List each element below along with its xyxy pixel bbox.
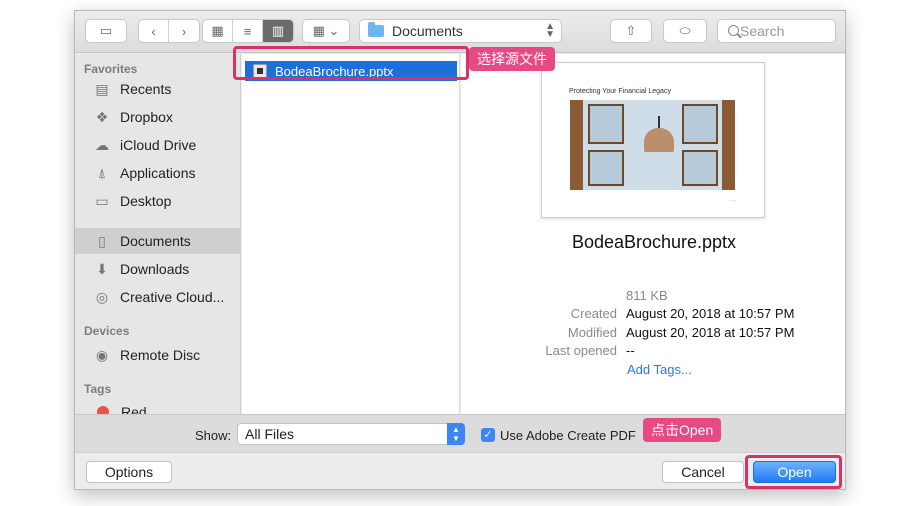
- sidebar-item-label: Recents: [120, 81, 172, 97]
- list-view-icon[interactable]: ≡: [233, 20, 263, 42]
- sidebar-item-remote-disc[interactable]: ◉ Remote Disc: [75, 342, 241, 368]
- folder-icon: [368, 22, 384, 37]
- column-view-icon[interactable]: ▥: [263, 20, 293, 42]
- sidebar: Favorites ▤ Recents ❖ Dropbox ☁ iCloud D…: [75, 54, 241, 420]
- created-label: Created: [570, 306, 617, 321]
- forward-icon[interactable]: ›: [169, 20, 199, 42]
- select-file-highlight: [233, 46, 469, 80]
- group-by-icon[interactable]: ▦ ⌄: [302, 19, 350, 43]
- sidebar-item-label: iCloud Drive: [120, 137, 197, 153]
- last-opened-value: --: [626, 343, 635, 358]
- button-bar: Options Cancel Open: [75, 452, 845, 489]
- search-field[interactable]: Search: [717, 19, 836, 43]
- open-file-dialog: ▭ ‹ › ▦ ≡ ▥ ▦ ⌄ Documents ▲ ▼ ⇧ ⬭ Search …: [74, 10, 846, 490]
- add-tags-link[interactable]: Add Tags...: [627, 362, 692, 377]
- preview-filename: BodeaBrochure.pptx: [571, 232, 737, 252]
- disc-icon: ◉: [95, 346, 109, 363]
- share-icon[interactable]: ⇧: [610, 19, 652, 43]
- modified-label: Modified: [567, 325, 617, 340]
- view-mode-control: ▦ ≡ ▥: [202, 19, 294, 43]
- downloads-icon: ⬇: [96, 260, 108, 277]
- show-label: Show:: [195, 428, 232, 443]
- file-size: 811 KB: [626, 288, 668, 303]
- sidebar-item-label: Downloads: [120, 261, 190, 277]
- cloud-icon: ☁: [95, 136, 109, 153]
- thumbnail-photo: [570, 100, 735, 190]
- sidebar-item-downloads[interactable]: ⬇ Downloads: [75, 256, 241, 282]
- sidebar-item-label: Remote Disc: [120, 347, 201, 363]
- devices-title: Devices: [84, 324, 130, 338]
- sidebar-item-creative-cloud[interactable]: ◎ Creative Cloud...: [75, 284, 241, 310]
- sidebar-item-label: Documents: [120, 233, 191, 249]
- popup-arrows-icon: ▲ ▼: [545, 21, 555, 40]
- file-type-select[interactable]: All Files ▲ ▼: [237, 423, 465, 445]
- file-thumbnail: Protecting Your Financial Legacy ·····: [541, 62, 765, 218]
- sidebar-item-label: Creative Cloud...: [120, 289, 225, 305]
- select-arrows-icon: ▲ ▼: [447, 423, 465, 445]
- back-icon[interactable]: ‹: [139, 20, 169, 42]
- search-placeholder: Search: [740, 23, 785, 39]
- modified-value: August 20, 2018 at 10:57 PM: [626, 325, 795, 340]
- favorites-title: Favorites: [84, 62, 138, 76]
- options-button[interactable]: Options: [86, 461, 172, 483]
- dropbox-icon: ❖: [95, 108, 109, 125]
- sidebar-item-recents[interactable]: ▤ Recents: [75, 76, 241, 102]
- lamp-image: [644, 128, 674, 152]
- thumbnail-footer: ·····: [729, 198, 736, 203]
- sidebar-item-label: Dropbox: [120, 109, 173, 125]
- location-popup[interactable]: Documents ▲ ▼: [359, 19, 562, 43]
- tags-title: Tags: [84, 382, 112, 396]
- cancel-button[interactable]: Cancel: [662, 461, 744, 483]
- sidebar-item-applications[interactable]: ⍋ Applications: [75, 160, 241, 186]
- search-icon: [728, 25, 739, 36]
- creative-cloud-icon: ◎: [95, 288, 109, 305]
- sidebar-item-documents[interactable]: ▯ Documents: [75, 228, 241, 254]
- checkbox-label: Use Adobe Create PDF: [500, 428, 636, 443]
- preview-pane: Protecting Your Financial Legacy ····· B…: [461, 54, 845, 414]
- desktop-icon: ▭: [95, 192, 109, 209]
- last-opened-label: Last opened: [545, 343, 617, 358]
- back-forward-control: ‹ ›: [138, 19, 200, 43]
- sidebar-toggle-icon[interactable]: ▭: [85, 19, 127, 43]
- click-open-annotation: 点击Open: [643, 418, 722, 442]
- thumbnail-title: Protecting Your Financial Legacy: [569, 88, 671, 95]
- open-button-highlight: [745, 455, 842, 489]
- created-value: August 20, 2018 at 10:57 PM: [626, 306, 795, 321]
- file-type-value: All Files: [245, 426, 295, 442]
- sidebar-item-label: Applications: [120, 165, 196, 181]
- documents-icon: ▯: [98, 232, 106, 249]
- location-label: Documents: [392, 23, 463, 39]
- show-bar: Show: All Files ▲ ▼ ✓ Use Adobe Create PD…: [75, 414, 845, 452]
- file-column: BodeaBrochure.pptx: [242, 54, 460, 414]
- sidebar-item-desktop[interactable]: ▭ Desktop: [75, 188, 241, 214]
- select-source-annotation: 选择源文件: [469, 47, 555, 71]
- tag-icon[interactable]: ⬭: [663, 19, 707, 43]
- adobe-create-pdf-checkbox[interactable]: ✓: [481, 428, 495, 442]
- sidebar-item-label: Desktop: [120, 193, 172, 209]
- recents-icon: ▤: [95, 80, 109, 97]
- applications-icon: ⍋: [97, 164, 107, 181]
- sidebar-item-icloud-drive[interactable]: ☁ iCloud Drive: [75, 132, 241, 158]
- icon-view-icon[interactable]: ▦: [203, 20, 233, 42]
- sidebar-item-dropbox[interactable]: ❖ Dropbox: [75, 104, 241, 130]
